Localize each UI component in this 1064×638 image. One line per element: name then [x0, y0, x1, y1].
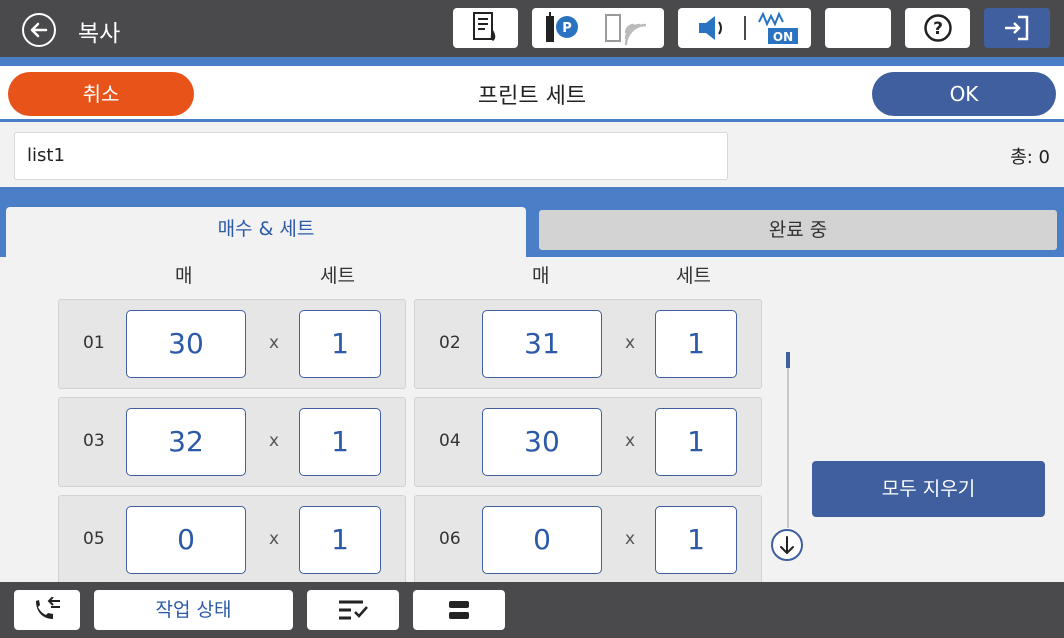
times-symbol: x [625, 529, 636, 549]
top-bar: 복사 P ON ? [0, 0, 1064, 57]
tab-copies-sets[interactable]: 매수 & 세트 [6, 207, 526, 257]
row-number: 03 [83, 431, 105, 451]
eco-on-label: ON [773, 30, 793, 44]
times-symbol: x [269, 529, 280, 549]
job-status-button[interactable]: 작업 상태 [94, 590, 293, 630]
scrollbar-track[interactable] [787, 353, 789, 528]
row-number: 01 [83, 333, 105, 353]
sets-input[interactable]: 1 [299, 310, 381, 378]
set-row: 05 0 x 1 [58, 495, 406, 582]
scrollbar-thumb[interactable] [786, 352, 790, 368]
fax-icon[interactable] [14, 590, 80, 630]
wifi-icon [605, 14, 647, 45]
list-row: list1 총: 0 [0, 125, 1064, 187]
sets-input[interactable]: 1 [655, 408, 737, 476]
header-bar: 취소 프린트 세트 OK [0, 66, 1064, 122]
set-row: 01 30 x 1 [58, 299, 406, 389]
row-number: 05 [83, 529, 105, 549]
sets-input[interactable]: 1 [655, 310, 737, 378]
set-row: 06 0 x 1 [414, 495, 762, 582]
sets-grid-area: 매 세트 매 세트 01 30 x 1 02 31 x 1 03 32 x 1 … [0, 257, 1064, 582]
total-count: 총: 0 [1010, 147, 1050, 168]
help-icon[interactable]: ? [905, 8, 970, 48]
times-symbol: x [269, 333, 280, 353]
set-row: 04 30 x 1 [414, 397, 762, 487]
row-number: 02 [439, 333, 461, 353]
svg-text:?: ? [933, 19, 943, 39]
copies-input[interactable]: 32 [126, 408, 246, 476]
sets-header: 세트 [676, 265, 711, 287]
copies-input[interactable]: 0 [482, 506, 602, 574]
list-name-field[interactable]: list1 [14, 132, 728, 180]
top-title: 복사 [78, 21, 121, 47]
copies-header: 매 [175, 265, 193, 287]
sets-input[interactable]: 1 [299, 408, 381, 476]
back-icon[interactable] [22, 13, 56, 47]
eco-on-icon: ON [758, 11, 798, 44]
set-row: 02 31 x 1 [414, 299, 762, 389]
job-queue-icon[interactable] [307, 590, 399, 630]
copies-input[interactable]: 30 [126, 310, 246, 378]
copies-header: 매 [532, 265, 550, 287]
copies-input[interactable]: 0 [126, 506, 246, 574]
volume-icon [699, 16, 722, 40]
row-number: 04 [439, 431, 461, 451]
tab-finishing[interactable]: 완료 중 [539, 210, 1057, 250]
sleep-icon[interactable] [825, 8, 891, 48]
network-status-icon: P [546, 12, 578, 42]
times-symbol: x [625, 431, 636, 451]
stop-icon[interactable] [413, 590, 505, 630]
sets-input[interactable]: 1 [299, 506, 381, 574]
logout-icon[interactable] [984, 8, 1050, 48]
copies-input[interactable]: 31 [482, 310, 602, 378]
top-accent-band [0, 57, 1064, 66]
volume-eco-group[interactable]: ON [678, 8, 811, 48]
document-status-icon[interactable] [453, 8, 518, 48]
scroll-down-icon[interactable] [771, 529, 803, 561]
set-row: 03 32 x 1 [58, 397, 406, 487]
svg-text:P: P [562, 21, 572, 36]
network-status-group[interactable]: P [532, 8, 664, 48]
times-symbol: x [625, 333, 636, 353]
times-symbol: x [269, 431, 280, 451]
sets-input[interactable]: 1 [655, 506, 737, 574]
copies-input[interactable]: 30 [482, 408, 602, 476]
bottom-bar: 작업 상태 [0, 582, 1064, 638]
sets-header: 세트 [320, 265, 355, 287]
row-number: 06 [439, 529, 461, 549]
tab-band: 매수 & 세트 완료 중 [0, 187, 1064, 257]
ok-button[interactable]: OK [872, 72, 1056, 116]
clear-all-button[interactable]: 모두 지우기 [812, 461, 1045, 517]
